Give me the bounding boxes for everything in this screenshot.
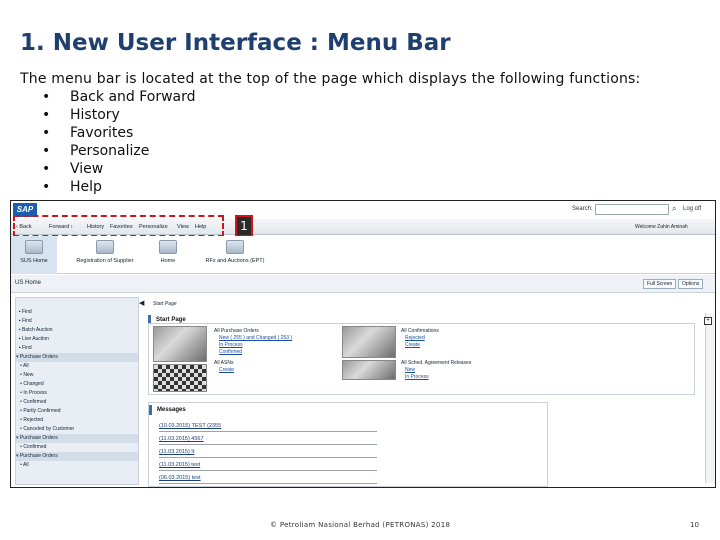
asn-block-title: All ASNs (214, 360, 234, 366)
sidebar-item[interactable]: • New (16, 371, 138, 380)
list-item-label: View (70, 161, 104, 177)
document-photo (342, 360, 396, 380)
meeting-photo (342, 326, 396, 358)
message-row[interactable]: (11.03.2015) It (159, 446, 377, 458)
list-item: • Favorites (42, 124, 196, 142)
messages-panel: Messages (10.03.2015) TEST (2355 (11.03.… (148, 402, 548, 487)
folder-icon (159, 240, 177, 254)
list-item-label: Favorites (70, 125, 134, 141)
message-row[interactable]: (10.03.2015) TEST (2355 (159, 420, 377, 432)
list-item-label: Help (70, 179, 102, 195)
tab-home[interactable]: Home (151, 236, 185, 274)
sidebar-group[interactable]: ▾ Purchase Orders (16, 434, 138, 443)
folder-icon (25, 240, 43, 254)
expand-icon[interactable]: + (704, 317, 712, 325)
footer-copyright: © Petroliam Nasional Berhad (PETRONAS) 2… (270, 521, 451, 529)
tab-registration[interactable]: Registration of Supplier (69, 236, 141, 274)
conf-block-title: All Confirmations (401, 328, 439, 334)
welcome-text: Welcome Zahin Aminah (635, 224, 688, 230)
message-row[interactable]: (11.03.2015) test (159, 459, 377, 471)
sidebar-item[interactable]: ▪ Find (16, 308, 138, 317)
bullet-icon: • (42, 125, 51, 141)
sched-in-process-link[interactable]: In Process (405, 374, 429, 380)
sidebar-item[interactable]: • In Process (16, 389, 138, 398)
chess-photo (153, 364, 207, 392)
list-item-label: History (70, 107, 120, 123)
page-title: US Home (15, 280, 42, 286)
sidebar-item[interactable]: ▪ Find (16, 317, 138, 326)
slide-title: 1. New User Interface : Menu Bar (20, 30, 451, 56)
bullet-icon: • (42, 161, 51, 177)
po-new-changed-link[interactable]: New ( 255 ) and Changed ( 253 ) (219, 335, 292, 341)
sidebar-group[interactable]: ▾ Purchase Orders (16, 452, 138, 461)
intro-text: The menu bar is located at the top of th… (20, 71, 641, 87)
sidebar-item[interactable]: • All (16, 461, 138, 470)
list-item: • View (42, 160, 196, 178)
bullet-icon: • (42, 107, 51, 123)
sidebar: ▪ Find ▪ Find ▪ Batch Auction ▪ Live Auc… (15, 297, 139, 485)
bullet-icon: • (42, 89, 51, 105)
po-in-process-link[interactable]: In Process (219, 342, 243, 348)
sidebar-item[interactable]: • Changed (16, 380, 138, 389)
main-content: ◀ Start Page Start Page All Purchase Ord… (139, 297, 715, 487)
sidebar-item[interactable]: ▪ Live Auction (16, 335, 138, 344)
message-row[interactable]: (11.03.2015) 4567 (159, 433, 377, 445)
page-number: 10 (690, 521, 699, 529)
start-page-panel: All Purchase Orders New ( 255 ) and Chan… (148, 323, 695, 395)
page-header: US Home Full Screen Options (11, 275, 715, 293)
top-navigation: SUS Home Registration of Supplier Home R… (11, 236, 715, 274)
tab-sus-home[interactable]: SUS Home (11, 236, 57, 274)
bullet-icon: • (42, 143, 51, 159)
conf-rejected-link[interactable]: Rejected (405, 335, 425, 341)
sched-new-link[interactable]: New (405, 367, 415, 373)
portal-screenshot: SAP Search: ⌕ Log off ‹ Back Forward › H… (10, 200, 716, 488)
bullet-icon: • (42, 179, 51, 195)
list-item-label: Personalize (70, 143, 150, 159)
asn-create-link[interactable]: Create (219, 367, 234, 373)
po-block-title: All Purchase Orders (214, 328, 259, 334)
sidebar-item[interactable]: ▪ Batch Auction (16, 326, 138, 335)
list-item: • Back and Forward (42, 88, 196, 106)
start-page-label: Start Page (153, 301, 177, 307)
tab-rfx-auctions[interactable]: RFx and Auctions (EPT) (195, 236, 275, 274)
list-item: • Personalize (42, 142, 196, 160)
office-photo (153, 326, 207, 362)
menu-highlight-box (13, 215, 224, 237)
function-list: • Back and Forward • History • Favorites • P… (42, 88, 196, 196)
messages-heading: Messages (149, 405, 349, 415)
search-label: Search: (572, 206, 593, 212)
sidebar-item[interactable]: • Confirmed (16, 398, 138, 407)
search-input[interactable] (595, 204, 669, 215)
collapse-arrow-icon[interactable]: ◀ (139, 299, 144, 307)
sidebar-item[interactable]: • Canceled by Customer (16, 425, 138, 434)
message-row[interactable]: (06.03.2015) test (159, 472, 377, 484)
po-confirmed-link[interactable]: Confirmed (219, 349, 242, 355)
full-screen-button[interactable]: Full Screen (643, 279, 677, 289)
conf-create-link[interactable]: Create (405, 342, 420, 348)
sidebar-item[interactable]: • Rejected (16, 416, 138, 425)
logoff-link[interactable]: Log off (683, 206, 701, 212)
sched-block-title: All Sched. Agreement Releases (401, 360, 472, 366)
sidebar-item[interactable]: • Confirmed (16, 443, 138, 452)
vertical-scrollbar[interactable] (705, 313, 715, 483)
folder-icon (96, 240, 114, 254)
options-button[interactable]: Options (678, 279, 704, 289)
list-item-label: Back and Forward (70, 89, 196, 105)
list-item: • Help (42, 178, 196, 196)
callout-number: 1 (235, 215, 253, 237)
sidebar-group[interactable]: ▾ Purchase Orders (16, 353, 138, 362)
sidebar-item[interactable]: ▪ Find (16, 344, 138, 353)
sidebar-item[interactable]: • All (16, 362, 138, 371)
sidebar-item[interactable]: • Partly Confirmed (16, 407, 138, 416)
search-icon[interactable]: ⌕ (672, 204, 676, 214)
folder-icon (226, 240, 244, 254)
list-item: • History (42, 106, 196, 124)
